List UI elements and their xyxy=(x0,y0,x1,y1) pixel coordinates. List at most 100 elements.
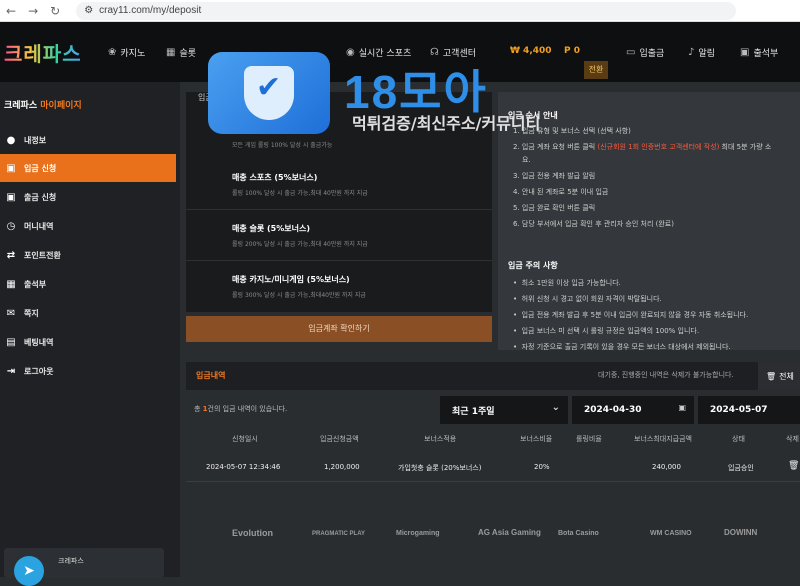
nav-attendance[interactable]: ▣ 출석부 xyxy=(740,46,778,59)
sidebar-item-messages[interactable]: ✉ 쪽지 xyxy=(0,299,176,327)
sidebar-item-label: 머니내역 xyxy=(24,221,54,231)
nav-slot[interactable]: ▦ 슬롯 xyxy=(166,46,196,59)
bonus-option-title: 매충 카지노/미니게임 (5%보너스) xyxy=(232,275,350,284)
guide-step: 6. 담당 부서에서 입금 확인 후 관리자 승인 처리 (완료) xyxy=(513,220,674,228)
nav-deposit-label: 입출금 xyxy=(639,49,665,59)
cell-amount: 1,200,000 xyxy=(324,463,360,471)
user-icon: ● xyxy=(6,134,16,146)
bonus-option-desc: 롤링 200% 달성 시 출금 가능,최대 40만원 까지 지급 xyxy=(232,241,368,248)
bonus-option-desc: 롤링 300% 달성 시 출금 가능,최대40만원 까지 지급 xyxy=(232,292,366,299)
main-content: 입금 모든 게임 롤링 100% 달성 시 출금가능 매충 스포츠 (5%보너스… xyxy=(180,82,800,577)
bonus-option-sports[interactable]: 매충 스포츠 (5%보너스) 롤링 100% 달성 시 출금 가능,최대 40만… xyxy=(186,160,492,210)
delete-row-icon[interactable]: 🗑 xyxy=(788,461,799,471)
sidebar-item-my-info[interactable]: ● 내정보 xyxy=(0,126,176,154)
sidebar-item-label: 로그아웃 xyxy=(24,366,54,376)
period-select[interactable]: 최근 1주일 ⌄ xyxy=(440,396,568,424)
sidebar-item-money-history[interactable]: ◷ 머니내역 xyxy=(0,212,176,240)
guide-step: 5. 입금 완료 확인 버튼 클릭 xyxy=(513,204,596,212)
provider-logo: WM CASINO xyxy=(650,530,692,537)
bonus-option-casino[interactable]: 매충 카지노/미니게임 (5%보너스) 롤링 300% 달성 시 출금 가능,최… xyxy=(186,262,492,312)
note-item: • 입금 전용 계좌 발급 후 5분 이내 입금이 완료되지 않을 경우 자동 … xyxy=(513,311,749,319)
cell-max: 240,000 xyxy=(652,463,681,471)
bonus-option-title: 매충 스포츠 (5%보너스) xyxy=(232,173,318,182)
sidebar-item-logout[interactable]: ⇥ 로그아웃 xyxy=(0,357,176,385)
note-text: 최소 1만원 이상 입금 가능합니다. xyxy=(521,279,621,287)
guide-step: 3. 입금 전용 계좌 발급 알림 xyxy=(513,172,596,180)
calendar-icon[interactable]: ▣ xyxy=(678,403,686,412)
date-to-input[interactable]: 2024-05-07 xyxy=(698,396,800,424)
provider-logo: AG Asia Gaming xyxy=(478,528,541,537)
forward-icon[interactable]: → xyxy=(28,4,38,18)
site-logo[interactable]: 크레파스 xyxy=(4,38,82,67)
sidebar-item-label: 출금 신청 xyxy=(24,192,57,202)
address-bar[interactable]: ⚙ cray11.com/my/deposit xyxy=(76,1,737,20)
watermark-badge: ✔ xyxy=(208,52,330,134)
column-header: 보너스적용 xyxy=(424,435,457,443)
note-text: 자정 기준으로 출금 기록이 있을 경우 모든 보너스 대상에서 제외됩니다. xyxy=(521,343,731,351)
telegram-icon: ➤ xyxy=(14,556,44,586)
history-title: 입금내역 xyxy=(196,371,226,380)
nav-alerts-label: 알림 xyxy=(698,49,715,59)
provider-logo: Bota Casino xyxy=(558,530,599,537)
provider-logos: Evolution PRAGMATIC PLAY Microgaming AG … xyxy=(180,520,800,550)
column-header: 입금신청금액 xyxy=(320,435,359,443)
point-balance: P 0 xyxy=(564,46,580,56)
provider-logo: PRAGMATIC PLAY xyxy=(312,531,366,537)
sidebar-item-label: 출석부 xyxy=(24,279,47,289)
swap-icon: ⇄ xyxy=(6,249,16,261)
period-value: 최근 1주일 xyxy=(452,406,495,417)
column-header: 신청일시 xyxy=(232,435,258,443)
guide-step-text: 최대 5분 가량 소 xyxy=(721,143,772,151)
history-count: 총 1건의 입금 내역이 있습니다. xyxy=(194,404,287,414)
sidebar-item-withdraw[interactable]: ▣ 출금 신청 xyxy=(0,183,176,211)
column-header: 롤링비율 xyxy=(576,435,602,443)
convert-button[interactable]: 전환 xyxy=(584,61,608,79)
chevron-down-icon: ⌄ xyxy=(551,402,560,413)
nav-casino[interactable]: ❀ 카지노 xyxy=(108,46,145,59)
history-header: 입금내역 대기중, 진행중인 내역은 삭제가 불가능합니다. 🗑 전체 xyxy=(186,362,800,390)
provider-logo: Microgaming xyxy=(396,530,440,537)
column-header: 보너스최대지급금액 xyxy=(634,435,692,443)
money-balance: ₩ 4,400 xyxy=(510,46,552,56)
sidebar-item-label: 포인트전환 xyxy=(24,250,61,260)
nav-casino-label: 카지노 xyxy=(120,49,146,59)
wallet-icon: ▭ xyxy=(626,47,636,58)
row-divider xyxy=(186,481,800,482)
delete-all-button[interactable]: 🗑 전체 xyxy=(758,362,800,390)
bonus-option-slot[interactable]: 매충 슬롯 (5%보너스) 롤링 200% 달성 시 출금 가능,최대 40만원… xyxy=(186,211,492,261)
date-to-value: 2024-05-07 xyxy=(710,405,768,415)
shield-check-icon: ✔ xyxy=(244,66,294,120)
sidebar-item-point-convert[interactable]: ⇄ 포인트전환 xyxy=(0,241,176,269)
trash-icon: 🗑 xyxy=(766,371,777,381)
sidebar-title-main: 크레파스 xyxy=(4,101,38,111)
sidebar-item-attendance[interactable]: ▦ 출석부 xyxy=(0,270,176,298)
nav-deposit-withdraw[interactable]: ▭ 입출금 xyxy=(626,46,664,59)
column-header: 보너스비율 xyxy=(520,435,553,443)
sidebar-item-deposit[interactable]: ▣ 입금 신청 xyxy=(0,154,176,182)
cell-bonus: 가입첫충 슬롯 (20%보너스) xyxy=(398,464,482,472)
sidebar-title-highlight: 마이페이지 xyxy=(40,101,82,111)
notes-title: 입금 주의 사항 xyxy=(508,261,558,270)
site-info-icon[interactable]: ⚙ xyxy=(84,5,93,16)
column-header: 상태 xyxy=(732,435,745,443)
note-item: • 최소 1만원 이상 입금 가능합니다. xyxy=(513,279,621,287)
sidebar-item-bet-history[interactable]: ▤ 베팅내역 xyxy=(0,328,176,356)
back-icon[interactable]: ← xyxy=(6,4,16,18)
guide-step: 요. xyxy=(522,156,531,164)
telegram-banner[interactable]: ➤ 크레파스 xyxy=(4,548,164,586)
date-from-input[interactable]: 2024-04-30 ▣ xyxy=(572,396,694,424)
clock-icon: ◷ xyxy=(6,220,16,232)
sidebar-item-label: 쪽지 xyxy=(24,308,39,318)
delete-all-label: 전체 xyxy=(779,371,794,381)
note-text: 허위 신청 시 경고 없이 회원 자격이 박탈됩니다. xyxy=(521,295,662,303)
calendar-icon: ▦ xyxy=(6,278,16,290)
sidebar-item-label: 내정보 xyxy=(24,135,47,145)
reload-icon[interactable]: ↻ xyxy=(50,4,60,18)
guide-step: 4. 안내 된 계좌로 5분 이내 입금 xyxy=(513,188,609,196)
confirm-account-button[interactable]: 입금계좌 확인하기 xyxy=(186,316,492,342)
url-text: cray11.com/my/deposit xyxy=(99,5,202,16)
document-icon: ▤ xyxy=(6,336,16,348)
nav-alerts[interactable]: ♪ 알림 xyxy=(688,46,715,59)
watermark-subtitle: 먹튀검증/최신주소/커뮤니티 xyxy=(352,114,541,133)
history-note: 대기중, 진행중인 내역은 삭제가 불가능합니다. xyxy=(598,371,734,379)
